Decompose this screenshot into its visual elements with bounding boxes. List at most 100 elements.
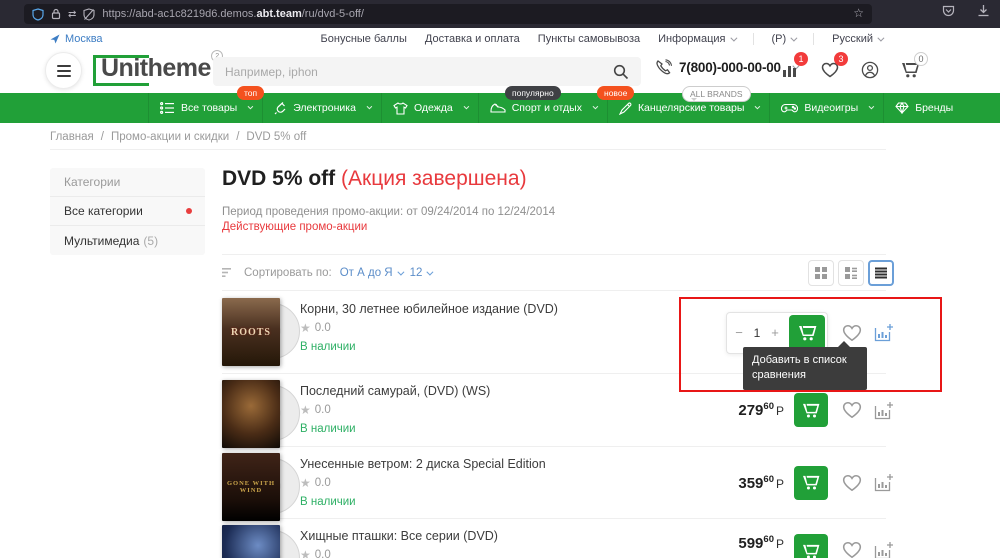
sneaker-icon xyxy=(490,103,506,113)
information-menu[interactable]: Информация xyxy=(658,33,737,45)
product-thumbnail[interactable]: GONE WITH WIND xyxy=(222,453,302,521)
quantity-value: 1 xyxy=(753,325,761,340)
sort-icon xyxy=(222,268,231,277)
url-bar[interactable]: ⇄ https://abd-ac1c8219d6.demos.abt.team/… xyxy=(24,4,872,24)
breadcrumb-separator: / xyxy=(236,131,240,143)
shield-disabled-icon[interactable] xyxy=(83,7,95,21)
per-page-dropdown[interactable]: 12 xyxy=(410,267,434,279)
delivery-link[interactable]: Доставка и оплата xyxy=(425,33,520,45)
product-cover xyxy=(222,525,280,558)
view-grid-button[interactable] xyxy=(808,259,834,286)
product-title-link[interactable]: Последний самурай, (DVD) (WS) xyxy=(300,384,490,398)
categories-sidebar: Категории Все категории Мультимедиа (5) xyxy=(50,168,205,255)
add-to-wishlist-button[interactable] xyxy=(842,324,862,342)
chevron-down-icon xyxy=(755,103,761,110)
add-to-wishlist-button[interactable] xyxy=(842,474,862,492)
bookmark-star-icon[interactable]: ☆ xyxy=(853,6,864,20)
product-title-link[interactable]: Унесенные ветром: 2 диска Special Editio… xyxy=(300,457,546,471)
breadcrumb-current: DVD 5% off xyxy=(246,131,307,143)
add-to-cart-button[interactable] xyxy=(794,465,828,500)
add-to-compare-button[interactable] xyxy=(874,323,894,342)
chevron-down-icon xyxy=(247,103,254,110)
divider xyxy=(752,33,754,45)
active-promos-link[interactable]: Действующие промо-акции xyxy=(222,221,367,233)
account-icon xyxy=(861,61,879,79)
add-to-cart-button[interactable] xyxy=(794,393,828,427)
utility-bar: Москва Бонусные баллы Доставка и оплата … xyxy=(0,28,1000,50)
view-list-button[interactable] xyxy=(868,259,894,286)
add-to-cart-button[interactable] xyxy=(789,314,825,351)
breadcrumb-home[interactable]: Главная xyxy=(50,131,94,143)
product-cover xyxy=(222,380,280,448)
sidebar-item-multimedia[interactable]: Мультимедиа (5) xyxy=(50,226,205,255)
add-to-cart-button[interactable] xyxy=(794,534,828,558)
search-icon[interactable] xyxy=(601,57,641,86)
compare-count-badge: 1 xyxy=(794,52,808,66)
gamepad-icon xyxy=(781,103,799,113)
quantity-increase-button[interactable]: + xyxy=(765,317,785,349)
wishlist-count-badge: 3 xyxy=(834,52,848,66)
product-title-link[interactable]: Хищные пташки: Все серии (DVD) xyxy=(300,529,498,543)
promo-status: (Акция завершена) xyxy=(341,167,527,190)
active-dot xyxy=(186,208,192,214)
sidebar-item-all-categories[interactable]: Все категории xyxy=(50,197,205,226)
add-to-wishlist-button[interactable] xyxy=(842,541,862,558)
promo-period: Период проведения промо-акции: от 09/24/… xyxy=(222,206,556,218)
bonus-points-link[interactable]: Бонусные баллы xyxy=(321,33,407,45)
add-to-wishlist-button[interactable] xyxy=(842,401,862,419)
hamburger-menu-button[interactable] xyxy=(45,52,82,89)
search-input[interactable] xyxy=(213,64,601,79)
site-logo[interactable]: Unitheme 2 xyxy=(93,50,223,86)
sort-order-dropdown[interactable]: От А до Я xyxy=(340,267,405,279)
browser-chrome: ⇄ https://abd-ac1c8219d6.demos.abt.team/… xyxy=(0,0,1000,28)
view-grid-list-button[interactable] xyxy=(838,259,864,286)
product-row: GONE WITH WIND Унесенные ветром: 2 диска… xyxy=(222,447,893,521)
breadcrumb-separator: / xyxy=(100,131,104,143)
product-thumbnail[interactable]: ROOTS xyxy=(222,298,302,366)
stock-status: В наличии xyxy=(300,423,356,435)
add-to-compare-button[interactable] xyxy=(874,541,894,558)
product-thumbnail[interactable] xyxy=(222,380,302,448)
cart-button[interactable]: 0 xyxy=(898,52,928,83)
page-title: DVD 5% off (Акция завершена) xyxy=(222,167,527,190)
cart-count-badge: 0 xyxy=(914,52,928,66)
pickup-points-link[interactable]: Пункты самовывоза xyxy=(538,33,640,45)
add-to-compare-button[interactable] xyxy=(874,473,894,492)
pocket-icon[interactable] xyxy=(942,4,955,22)
page: ⇄ https://abd-ac1c8219d6.demos.abt.team/… xyxy=(0,0,1000,558)
chevron-down-icon xyxy=(729,34,737,42)
cart-icon xyxy=(802,403,820,417)
tracking-shield-icon[interactable] xyxy=(32,7,44,21)
quantity-decrease-button[interactable]: − xyxy=(729,317,749,349)
menu-item-electronics[interactable]: Электроника xyxy=(262,93,381,123)
language-selector[interactable]: Русский xyxy=(832,33,885,45)
account-button[interactable] xyxy=(858,57,882,83)
product-title-link[interactable]: Корни, 30 летнее юбилейное издание (DVD) xyxy=(300,302,558,316)
menu-item-brands[interactable]: Бренды xyxy=(883,93,964,123)
compare-button[interactable]: 1 xyxy=(778,52,808,83)
category-count: (5) xyxy=(143,233,159,248)
wishlist-button[interactable]: 3 xyxy=(818,52,848,83)
phone-selector[interactable]: 7(800)-000-00-00 xyxy=(655,59,800,76)
currency-selector[interactable]: (Р) xyxy=(772,33,798,45)
compare-tooltip: Добавить в список сравнения xyxy=(743,341,867,390)
menu-item-clothes[interactable]: Одежда xyxy=(380,93,478,123)
sidebar-header: Категории xyxy=(50,168,205,197)
download-icon[interactable] xyxy=(977,4,990,22)
permissions-icon[interactable]: ⇄ xyxy=(68,9,76,20)
product-thumbnail[interactable] xyxy=(222,525,302,558)
stock-status: В наличии xyxy=(300,496,356,508)
star-icon: ★ xyxy=(300,321,311,335)
add-to-compare-button[interactable] xyxy=(874,401,894,420)
url-text: https://abd-ac1c8219d6.demos.abt.team/ru… xyxy=(102,8,364,20)
badge-popular: популярно xyxy=(505,86,561,100)
lock-icon[interactable] xyxy=(51,8,61,20)
chevron-down-icon xyxy=(366,103,373,110)
breadcrumb-promos[interactable]: Промо-акции и скидки xyxy=(111,131,229,143)
product-row: Хищные пташки: Все серии (DVD) ★0.0 В на… xyxy=(222,519,893,558)
chevron-down-icon xyxy=(790,34,798,42)
product-rating: ★ 0.0 xyxy=(300,476,331,490)
heart-icon xyxy=(842,474,862,491)
menu-item-videogames[interactable]: Видеоигры xyxy=(769,93,883,123)
sort-label: Сортировать по: xyxy=(244,266,332,279)
